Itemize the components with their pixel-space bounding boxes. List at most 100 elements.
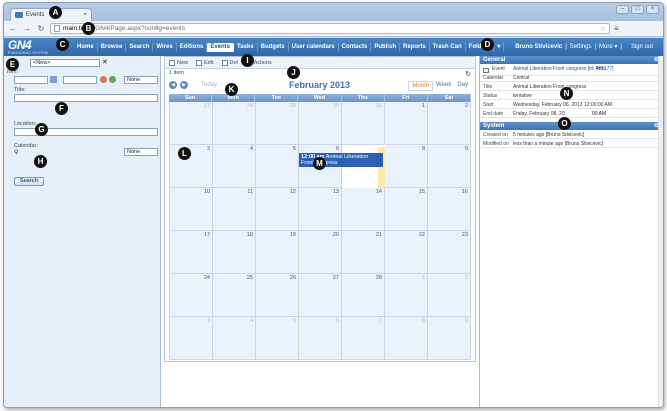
day-cell[interactable]: 2 — [428, 274, 471, 317]
prev-month-icon[interactable]: ◀ — [169, 81, 177, 89]
day-cell[interactable]: 11 — [213, 188, 256, 231]
day-cell[interactable]: 18 — [213, 231, 256, 274]
delete-button[interactable]: Del — [221, 59, 238, 66]
clock-icon[interactable] — [100, 76, 107, 83]
day-cell[interactable]: 30 — [299, 102, 342, 145]
day-cell[interactable]: 6 — [299, 317, 342, 360]
day-cell[interactable]: 7 — [342, 317, 385, 360]
edit-button[interactable]: Edit — [196, 59, 214, 66]
day-number: 3 — [206, 146, 210, 152]
to-date-input[interactable] — [63, 76, 97, 84]
user-name[interactable]: Bruno Stivicevic — [515, 43, 562, 52]
more-menu[interactable]: More ▾ — [599, 43, 617, 52]
day-cell[interactable]: 8 — [385, 317, 428, 360]
day-cell[interactable]: 20 — [299, 231, 342, 274]
apply-icon[interactable] — [109, 76, 116, 83]
day-cell[interactable]: 28 — [342, 274, 385, 317]
browser-menu-icon[interactable]: ≡ — [614, 24, 619, 33]
address-bar[interactable]: main.te om/GN4/Page.aspx?config=events ☆ — [50, 23, 610, 34]
new-select[interactable]: <New> — [30, 59, 100, 67]
day-cell[interactable]: 4 — [213, 317, 256, 360]
day-cell[interactable]: 2 — [428, 102, 471, 145]
minimize-icon[interactable]: – — [616, 5, 629, 14]
menu-item-events[interactable]: Events — [207, 43, 235, 52]
menu-item-publish[interactable]: Publish — [371, 43, 400, 52]
day-cell[interactable]: 28 — [213, 102, 256, 145]
day-cell[interactable]: 21 — [342, 231, 385, 274]
maximize-icon[interactable]: □ — [631, 5, 644, 14]
day-cell[interactable]: 16 — [428, 188, 471, 231]
new-button[interactable]: New — [169, 59, 188, 66]
day-cell[interactable]: 3 — [170, 145, 213, 188]
day-cell[interactable]: 19 — [256, 231, 299, 274]
day-cell[interactable]: 17 — [170, 231, 213, 274]
print-link[interactable]: Print — [596, 65, 606, 73]
day-cell[interactable]: 13 — [299, 188, 342, 231]
menu-item-user-calendars[interactable]: User calendars — [289, 43, 339, 52]
menu-item-contacts[interactable]: Contacts — [339, 43, 372, 52]
day-cell[interactable]: 26 — [256, 274, 299, 317]
day-cell[interactable]: 1 — [385, 274, 428, 317]
calendar-select[interactable]: None — [124, 148, 158, 156]
day-cell[interactable]: 4 — [213, 145, 256, 188]
day-cell[interactable]: 1 — [385, 102, 428, 145]
calendar-picker-icon[interactable] — [50, 76, 57, 83]
property-key: Title — [483, 84, 493, 90]
calendar-event[interactable]: 12:00 am Animal Liberation Front congres… — [299, 153, 383, 167]
day-cell[interactable]: 29 — [256, 102, 299, 145]
end-date-tail: 00 AM — [592, 111, 607, 117]
day-cell[interactable]: 9 — [428, 145, 471, 188]
day-cell[interactable]: 27 — [170, 102, 213, 145]
system-section-header[interactable]: System ⊖ — [480, 122, 662, 130]
menu-item-search[interactable]: Search — [126, 43, 154, 52]
forward-icon[interactable]: → — [22, 24, 32, 34]
from-date-input[interactable] — [14, 76, 48, 84]
menu-item-trash-can[interactable]: Trash Can — [430, 43, 466, 52]
menu-item-browse[interactable]: Browse — [98, 43, 127, 52]
day-cell[interactable]: 15 — [385, 188, 428, 231]
title-input[interactable] — [14, 94, 158, 102]
day-cell[interactable]: 31 — [342, 102, 385, 145]
menu-item-home[interactable]: Home — [74, 43, 98, 52]
page-scrollbar[interactable] — [658, 56, 663, 407]
day-cell[interactable]: 25 — [213, 274, 256, 317]
clear-icon[interactable]: ✕ — [102, 58, 108, 66]
calendar-pick-icon[interactable]: ⚲ — [14, 149, 18, 156]
reload-icon[interactable]: ↻ — [36, 24, 46, 34]
back-icon[interactable]: ← — [8, 24, 18, 34]
view-week[interactable]: Week — [433, 81, 454, 91]
menu-item-wires[interactable]: Wires — [153, 43, 177, 52]
system-row: Created on 5 minutes ago [Bruno Stivicevi… — [480, 131, 662, 139]
sign-out-link[interactable]: Sign out — [631, 43, 653, 52]
day-cell[interactable]: 27 — [299, 274, 342, 317]
close-tab-icon[interactable]: × — [83, 12, 87, 18]
day-cell[interactable]: 5 — [256, 145, 299, 188]
day-cell[interactable]: 3 — [170, 317, 213, 360]
day-cell[interactable]: 10 — [170, 188, 213, 231]
general-section-header[interactable]: General ⊖ — [480, 56, 662, 64]
day-cell[interactable]: 12 — [256, 188, 299, 231]
property-value: Friday, February 08, 20 — [513, 111, 565, 117]
menu-item-budgets[interactable]: Budgets — [258, 43, 289, 52]
view-month[interactable]: Month — [408, 81, 434, 91]
menu-item-tasks[interactable]: Tasks — [234, 43, 258, 52]
day-cell[interactable]: 8 — [385, 145, 428, 188]
day-cell[interactable]: 23 — [428, 231, 471, 274]
menu-item--[interactable]: ▾ — [494, 43, 505, 52]
today-button[interactable]: Today — [201, 82, 217, 88]
menu-item-editions[interactable]: Editions — [177, 43, 208, 52]
refresh-icon[interactable]: ↻ — [465, 70, 471, 78]
bookmark-star-icon[interactable]: ☆ — [600, 25, 606, 33]
day-cell[interactable]: 22 — [385, 231, 428, 274]
day-cell[interactable]: 5 — [256, 317, 299, 360]
menu-item-reports[interactable]: Reports — [400, 43, 430, 52]
next-month-icon[interactable]: ▶ — [180, 81, 188, 89]
day-cell[interactable]: 9 — [428, 317, 471, 360]
date-range-select[interactable]: None — [124, 76, 158, 84]
settings-link[interactable]: Settings — [570, 43, 592, 52]
day-cell[interactable]: 24 — [170, 274, 213, 317]
day-cell[interactable]: 14 — [342, 188, 385, 231]
view-day[interactable]: Day — [454, 81, 471, 91]
close-window-icon[interactable]: × — [646, 5, 659, 14]
search-button[interactable]: Search — [14, 177, 44, 186]
